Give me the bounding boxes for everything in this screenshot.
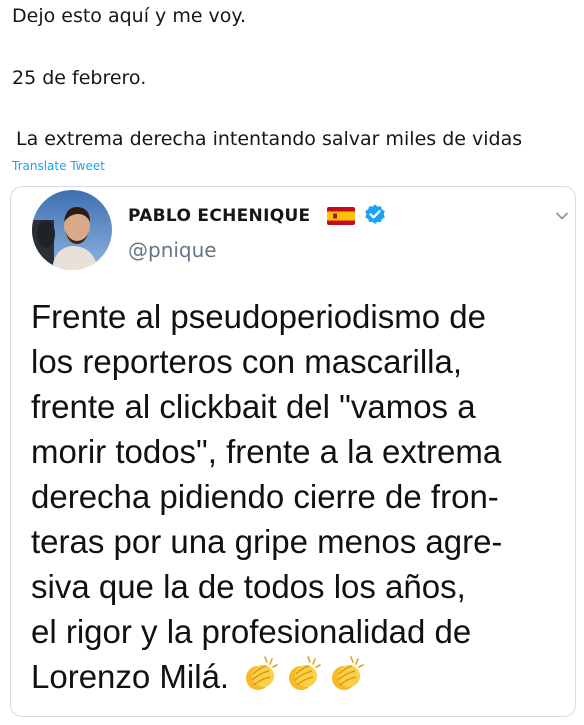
- user-handle[interactable]: @pnique: [128, 238, 217, 262]
- quoted-text-line: derecha pidiendo cierre de fron-: [31, 478, 499, 515]
- quoted-text-last-line: Lorenzo Milá.: [31, 654, 502, 699]
- tweet-text-line-1: Dejo esto aquí y me voy.: [12, 5, 246, 27]
- quoted-tweet-card[interactable]: PABLO ECHENIQUE @pnique Frente al pseudo…: [10, 186, 576, 717]
- clapping-hands-icon: [282, 654, 324, 694]
- spain-flag-icon: [327, 207, 355, 225]
- verified-badge-icon: [363, 203, 387, 227]
- tweet-view: Dejo esto aquí y me voy. 25 de febrero. …: [0, 0, 584, 725]
- quoted-text-line: Frente al pseudoperiodismo de: [31, 298, 486, 335]
- tweet-text-line-2: 25 de febrero.: [12, 67, 147, 89]
- quoted-text-line: los reporteros con mascarilla,: [31, 343, 462, 380]
- avatar[interactable]: [32, 190, 112, 270]
- display-name[interactable]: PABLO ECHENIQUE: [128, 206, 310, 226]
- quoted-text-line: frente al clickbait del "vamos a: [31, 388, 476, 425]
- quoted-text-line: el rigor y la profesionalidad de: [31, 613, 472, 650]
- quoted-text-line: siva que la de todos los años,: [31, 568, 466, 605]
- translate-tweet-link[interactable]: Translate Tweet: [12, 158, 105, 174]
- clapping-hands-icon: [239, 654, 281, 694]
- quoted-text-line: morir todos", frente a la extrema: [31, 433, 502, 470]
- tweet-text-line-3: La extrema derecha intentando salvar mil…: [16, 128, 523, 150]
- quoted-tweet-text: Frente al pseudoperiodismo de los report…: [31, 294, 502, 699]
- quoted-text-line: Lorenzo Milá.: [31, 658, 230, 695]
- quoted-text-line: teras por una gripe menos agre-: [31, 523, 503, 560]
- clapping-hands-icon: [325, 654, 367, 694]
- chevron-down-icon[interactable]: [554, 207, 570, 220]
